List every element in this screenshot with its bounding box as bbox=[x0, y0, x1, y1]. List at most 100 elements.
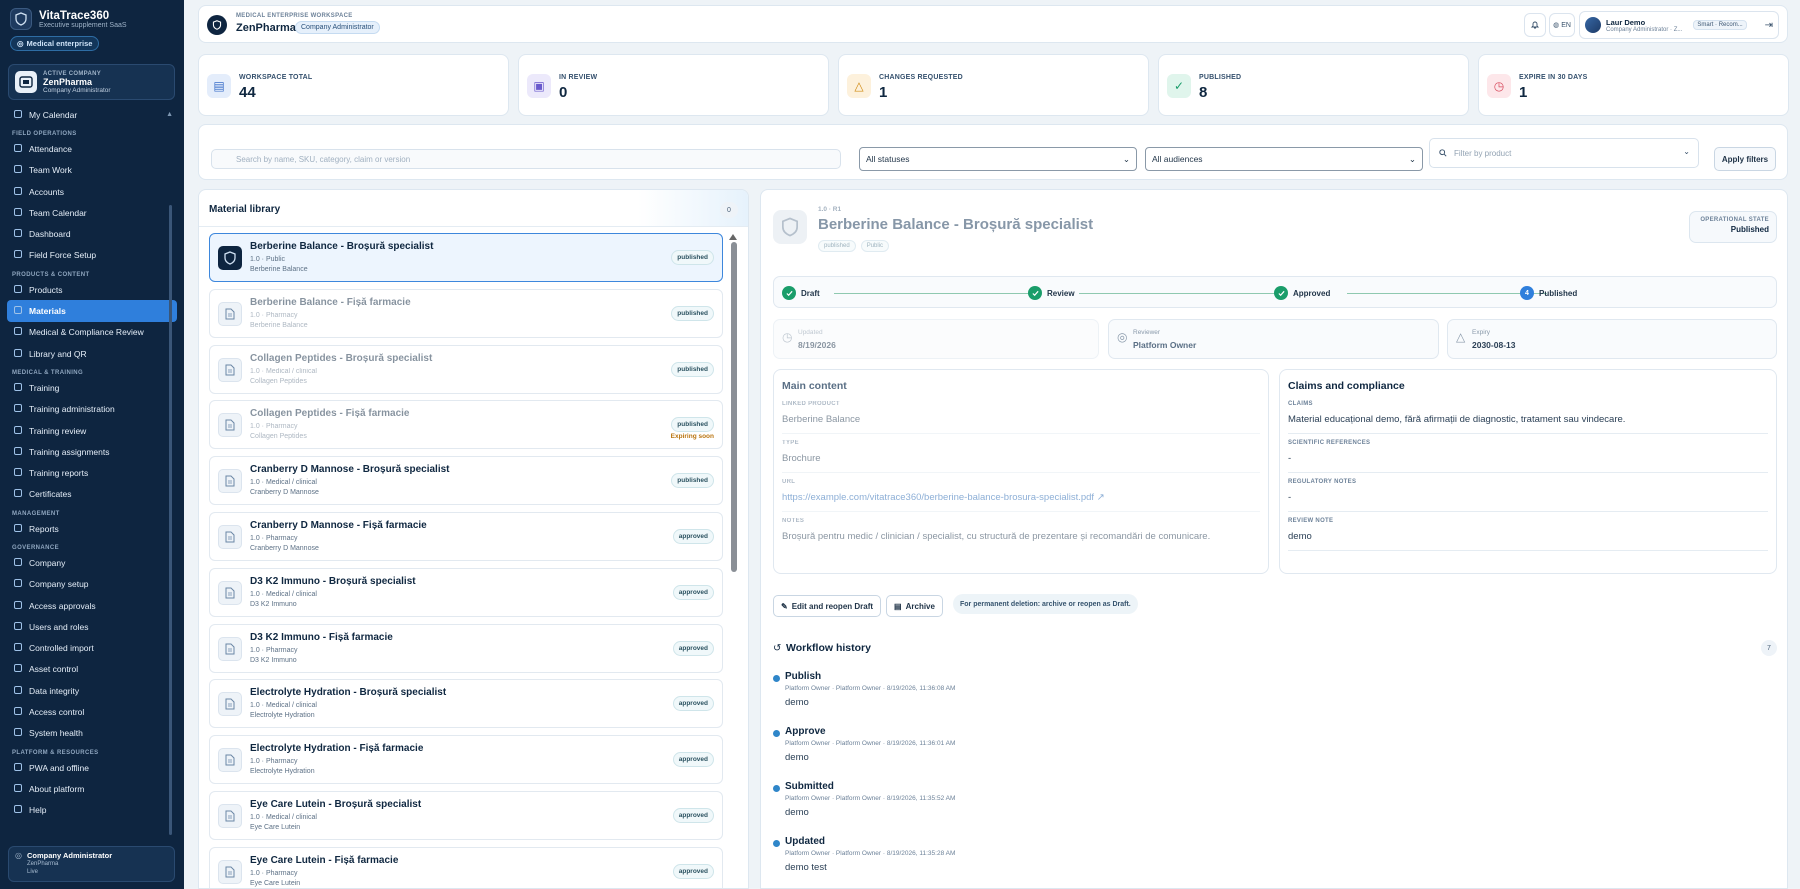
stat-card-published[interactable]: ✓ PUBLISHED 8 bbox=[1158, 54, 1469, 116]
sidebar-item-label: Team Calendar bbox=[29, 207, 87, 218]
sidebar-item-medical-and-compliance-review[interactable]: Medical & Compliance Review bbox=[7, 322, 177, 343]
stat-value: 0 bbox=[559, 84, 568, 101]
user-mode-chip[interactable]: Smart · Recom... bbox=[1693, 20, 1747, 30]
status-select[interactable]: All statuses ⌄ bbox=[859, 147, 1137, 171]
list-item[interactable]: D3 K2 Immuno - Broșură specialist 1.0 · M… bbox=[209, 567, 723, 617]
sidebar-item-label: Library and QR bbox=[29, 348, 87, 359]
updated-label: Updated bbox=[798, 329, 823, 336]
url-row: https://example.com/vitatrace360/berberi… bbox=[782, 490, 1260, 505]
list-item[interactable]: Eye Care Lutein - Fișă farmacie 1.0 · Pha… bbox=[209, 846, 723, 888]
audience-select[interactable]: All audiences ⌄ bbox=[1145, 147, 1423, 171]
sidebar-item-accounts[interactable]: Accounts bbox=[7, 181, 177, 202]
active-company-role: Company Administrator bbox=[43, 86, 111, 94]
material-version-audience: 1.0 · Pharmacy bbox=[250, 534, 298, 542]
sidebar-item-label: Company setup bbox=[29, 579, 89, 590]
material-title: Electrolyte Hydration - Broșură speciali… bbox=[250, 687, 447, 699]
list-item[interactable]: Berberine Balance - Broșură specialist 1.… bbox=[209, 233, 723, 282]
list-item[interactable]: D3 K2 Immuno - Fișă farmacie 1.0 · Pharma… bbox=[209, 623, 723, 673]
sidebar-item-label: Accounts bbox=[29, 186, 64, 197]
list-item[interactable]: Cranberry D Mannose - Broșură specialist… bbox=[209, 456, 723, 506]
list-item[interactable]: Eye Care Lutein - Broșură specialist 1.0 … bbox=[209, 790, 723, 840]
stat-label: EXPIRE IN 30 DAYS bbox=[1519, 74, 1588, 81]
library-scrollbar-thumb[interactable] bbox=[731, 242, 737, 572]
sidebar-item-reports[interactable]: Reports bbox=[7, 518, 177, 539]
sidebar-item-library-and-qr[interactable]: Library and QR bbox=[7, 343, 177, 364]
workflow-action: Approve bbox=[785, 726, 826, 737]
sidebar-item-training[interactable]: Training bbox=[7, 377, 177, 398]
sidebar-scrollbar[interactable] bbox=[169, 205, 172, 835]
workflow-meta: Platform Owner · Platform Owner · 8/19/2… bbox=[785, 685, 956, 692]
sidebar-item-training-reports[interactable]: Training reports bbox=[7, 462, 177, 483]
sidebar-item-label: Field Force Setup bbox=[29, 250, 97, 261]
user-menu[interactable]: Laur Demo Company Administrator · Z... S… bbox=[1579, 11, 1779, 39]
status-badge: approved bbox=[672, 696, 714, 712]
workflow-meta: Platform Owner · Platform Owner · 8/19/2… bbox=[785, 740, 956, 747]
sidebar-item-dashboard[interactable]: Dashboard bbox=[7, 223, 177, 244]
history-icon: ↺ bbox=[773, 643, 782, 654]
sidebar-item-materials[interactable]: Materials bbox=[7, 300, 177, 322]
archive-button[interactable]: ▤ Archive bbox=[886, 595, 943, 617]
brand[interactable]: VitaTrace360 Executive supplement SaaS bbox=[10, 8, 127, 30]
check-circle-icon bbox=[782, 286, 796, 300]
operational-state-label: OPERATIONAL STATE bbox=[1700, 217, 1769, 223]
list-item[interactable]: Electrolyte Hydration - Broșură speciali… bbox=[209, 679, 723, 729]
sidebar-item-label: Access control bbox=[29, 707, 85, 718]
workflow-note: demo bbox=[785, 697, 809, 708]
sidebar-item-attendance[interactable]: Attendance bbox=[7, 138, 177, 159]
sidebar-item-data-integrity[interactable]: Data integrity bbox=[7, 680, 177, 701]
language-button[interactable]: ◍ EN bbox=[1549, 13, 1575, 37]
active-company-card[interactable]: ACTIVE COMPANY ZenPharma Company Adminis… bbox=[8, 64, 175, 100]
material-product: Collagen Peptides bbox=[250, 433, 307, 441]
stat-card-in-review[interactable]: ▣ IN REVIEW 0 bbox=[518, 54, 829, 116]
product-filter[interactable]: Filter by product ⌄ bbox=[1429, 138, 1699, 168]
sidebar-item-my-calendar[interactable]: My Calendar ▲ bbox=[7, 104, 177, 125]
scroll-up-arrow-icon[interactable] bbox=[729, 234, 737, 240]
status-select-value: All statuses bbox=[866, 154, 910, 164]
sidebar-item-training-administration[interactable]: Training administration bbox=[7, 399, 177, 420]
sidebar-item-users-and-roles[interactable]: Users and roles bbox=[7, 616, 177, 637]
sidebar-item-team-calendar[interactable]: Team Calendar bbox=[7, 202, 177, 223]
sidebar-item-controlled-import[interactable]: Controlled import bbox=[7, 638, 177, 659]
stat-card-workspace-total[interactable]: ▤ WORKSPACE TOTAL 44 bbox=[198, 54, 509, 116]
pencil-icon: ✎ bbox=[781, 601, 788, 611]
list-item[interactable]: Berberine Balance - Fișă farmacie 1.0 · P… bbox=[209, 288, 723, 338]
sidebar-item-training-review[interactable]: Training review bbox=[7, 420, 177, 441]
search-input[interactable]: Search by name, SKU, category, claim or … bbox=[211, 149, 841, 169]
sidebar-item-help[interactable]: Help bbox=[7, 800, 177, 821]
material-url-link[interactable]: https://example.com/vitatrace360/berberi… bbox=[782, 492, 1094, 503]
stat-card-changes-requested[interactable]: △ CHANGES REQUESTED 1 bbox=[838, 54, 1149, 116]
sidebar-item-access-approvals[interactable]: Access approvals bbox=[7, 595, 177, 616]
list-item[interactable]: Electrolyte Hydration - Fișă farmacie 1.0… bbox=[209, 735, 723, 785]
sidebar-item-team-work[interactable]: Team Work bbox=[7, 160, 177, 181]
sidebar-item-company-setup[interactable]: Company setup bbox=[7, 574, 177, 595]
chevron-down-icon: ⌄ bbox=[1408, 153, 1416, 164]
sidebar-item-training-assignments[interactable]: Training assignments bbox=[7, 441, 177, 462]
sidebar-item-access-control[interactable]: Access control bbox=[7, 701, 177, 722]
list-item[interactable]: Collagen Peptides - Broșură specialist 1.… bbox=[209, 344, 723, 394]
sidebar-item-asset-control[interactable]: Asset control bbox=[7, 659, 177, 680]
sidebar-item-about-platform[interactable]: About platform bbox=[7, 778, 177, 799]
sidebar-item-products[interactable]: Products bbox=[7, 279, 177, 300]
stat-card-expire-30-days[interactable]: ◷ EXPIRE IN 30 DAYS 1 bbox=[1478, 54, 1789, 116]
notifications-button[interactable] bbox=[1524, 13, 1546, 37]
sidebar-item-system-health[interactable]: System health bbox=[7, 723, 177, 744]
material-meta: 1.0 · Pharmacy Cranberry D Mannose bbox=[250, 534, 319, 554]
material-meta: 1.0 · Medical / clinical Electrolyte Hydr… bbox=[250, 701, 317, 721]
sidebar-footer-card[interactable]: ◎ Company Administrator ZenPharma Live bbox=[8, 846, 175, 882]
external-link-icon[interactable]: ↗ bbox=[1097, 492, 1105, 503]
edit-reopen-draft-button[interactable]: ✎ Edit and reopen Draft bbox=[773, 595, 882, 617]
product-filter-placeholder: Filter by product bbox=[1454, 148, 1512, 158]
pwa-and-offline-icon bbox=[13, 762, 23, 774]
list-item[interactable]: Collagen Peptides - Fișă farmacie 1.0 · P… bbox=[209, 400, 723, 450]
logout-icon[interactable]: ⇥ bbox=[1765, 20, 1773, 31]
apply-filters-button[interactable]: Apply filters bbox=[1714, 147, 1776, 171]
sidebar-item-certificates[interactable]: Certificates bbox=[7, 484, 177, 505]
sidebar-item-field-force-setup[interactable]: Field Force Setup bbox=[7, 245, 177, 266]
updated-box: ◷ Updated 8/19/2026 bbox=[773, 319, 1099, 359]
sidebar-item-pwa-and-offline[interactable]: PWA and offline bbox=[7, 757, 177, 778]
chevron-up-icon[interactable]: ▲ bbox=[166, 111, 173, 118]
workflow-history-item: Publish Platform Owner · Platform Owner ·… bbox=[773, 670, 1763, 720]
sidebar-item-company[interactable]: Company bbox=[7, 552, 177, 573]
step-connector bbox=[1347, 293, 1547, 294]
list-item[interactable]: Cranberry D Mannose - Fișă farmacie 1.0 ·… bbox=[209, 511, 723, 561]
